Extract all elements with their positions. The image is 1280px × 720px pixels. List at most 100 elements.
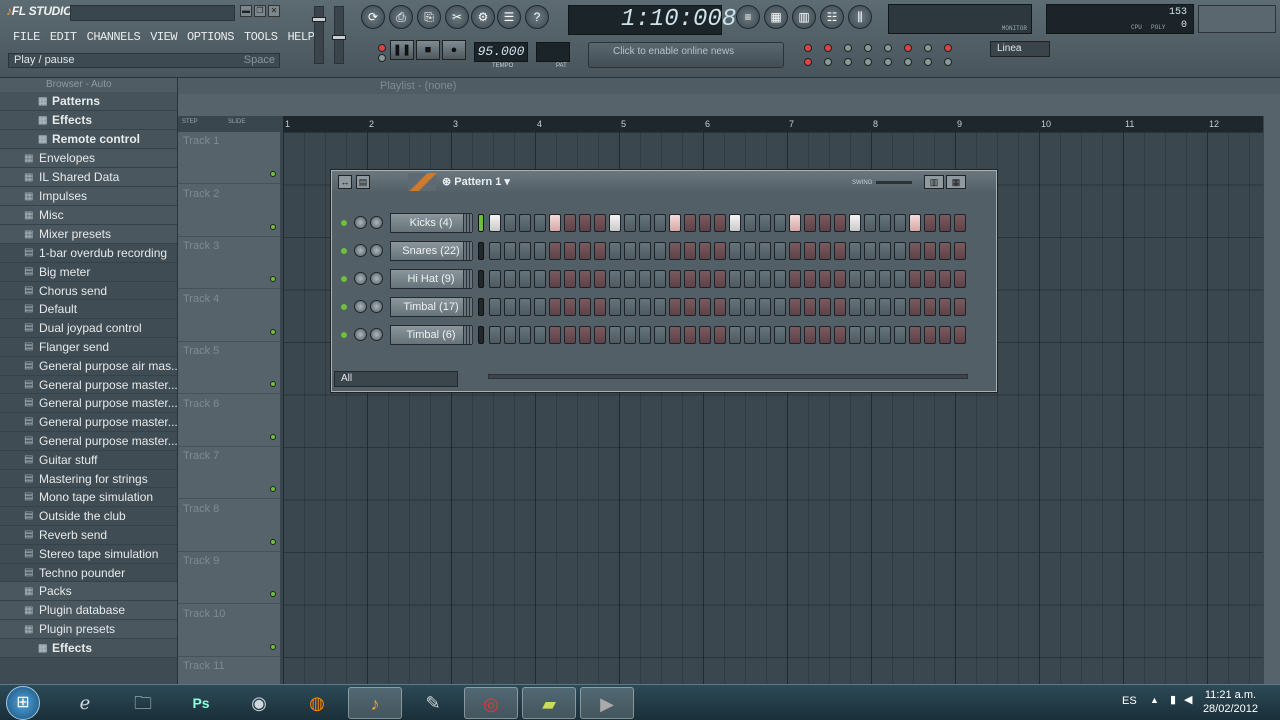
- step-button[interactable]: [879, 270, 891, 288]
- options-icon[interactable]: ▤: [356, 175, 370, 189]
- document-icon[interactable]: ☰: [497, 5, 521, 29]
- browser-item[interactable]: ▤ Dual joypad control: [0, 319, 177, 338]
- step-button[interactable]: [819, 270, 831, 288]
- keyboard-editor-icon[interactable]: ▦: [946, 175, 966, 189]
- step-button[interactable]: [624, 270, 636, 288]
- track-header[interactable]: Track 8: [178, 500, 280, 552]
- channel-button[interactable]: Timbal (17): [390, 297, 473, 317]
- step-button[interactable]: [729, 326, 741, 344]
- step-button[interactable]: [654, 298, 666, 316]
- step-button[interactable]: [744, 270, 756, 288]
- browser-item[interactable]: ▤ Flanger send: [0, 337, 177, 357]
- menu-options[interactable]: OPTIONS: [182, 28, 239, 46]
- step-button[interactable]: [819, 214, 831, 232]
- channel-button[interactable]: Kicks (4): [390, 213, 473, 233]
- step-button[interactable]: [774, 214, 786, 232]
- step-button[interactable]: [564, 270, 576, 288]
- channel-button[interactable]: Snares (22): [390, 241, 473, 261]
- step-button[interactable]: [654, 270, 666, 288]
- step-button[interactable]: [714, 326, 726, 344]
- master-pitch-slider[interactable]: [332, 6, 346, 64]
- step-button[interactable]: [789, 214, 801, 232]
- browser-item[interactable]: ▤ Guitar stuff: [0, 450, 177, 470]
- step-button[interactable]: [894, 214, 906, 232]
- step-button[interactable]: [954, 326, 966, 344]
- step-button[interactable]: [624, 214, 636, 232]
- pan-knob[interactable]: [354, 272, 367, 285]
- channel-select-led[interactable]: [478, 298, 484, 316]
- pattern-name[interactable]: ⊛ Pattern 1 ▾: [442, 175, 510, 188]
- step-button[interactable]: [609, 214, 621, 232]
- browser-item[interactable]: ▦ Mixer presets: [0, 225, 177, 244]
- step-button[interactable]: [594, 298, 606, 316]
- minimize-icon[interactable]: ▬: [240, 5, 252, 17]
- volume-knob[interactable]: [370, 244, 383, 257]
- track-header[interactable]: Track 2: [178, 185, 280, 237]
- browser-item[interactable]: ▦ Envelopes: [0, 149, 177, 168]
- step-button[interactable]: [774, 242, 786, 260]
- step-button[interactable]: [804, 298, 816, 316]
- step-button[interactable]: [609, 270, 621, 288]
- step-button[interactable]: [699, 270, 711, 288]
- step-button[interactable]: [834, 298, 846, 316]
- step-button[interactable]: [924, 270, 936, 288]
- channel-mute-led[interactable]: [341, 304, 347, 310]
- step-button[interactable]: [624, 242, 636, 260]
- step-button[interactable]: [684, 214, 696, 232]
- step-button[interactable]: [699, 326, 711, 344]
- track-mute-led[interactable]: [270, 643, 276, 650]
- piano-roll-icon[interactable]: ▥: [792, 5, 816, 29]
- step-button[interactable]: [684, 270, 696, 288]
- menu-edit[interactable]: EDIT: [45, 28, 82, 46]
- step-button[interactable]: [924, 242, 936, 260]
- step-button[interactable]: [519, 298, 531, 316]
- step-button[interactable]: [534, 270, 546, 288]
- step-button[interactable]: [849, 298, 861, 316]
- step-button[interactable]: [594, 326, 606, 344]
- option-led[interactable]: [804, 58, 812, 66]
- step-button[interactable]: [699, 242, 711, 260]
- step-button[interactable]: [909, 270, 921, 288]
- browser-item[interactable]: ▤ Default: [0, 300, 177, 320]
- step-button[interactable]: [939, 298, 951, 316]
- browser-item[interactable]: ▦ Remote control: [0, 130, 177, 149]
- step-button[interactable]: [834, 270, 846, 288]
- step-button[interactable]: [774, 298, 786, 316]
- browser-item[interactable]: ▦ Effects: [0, 111, 177, 130]
- step-button[interactable]: [639, 270, 651, 288]
- option-led[interactable]: [844, 44, 852, 52]
- network-icon[interactable]: ▮: [1170, 693, 1176, 706]
- step-button[interactable]: [819, 242, 831, 260]
- internet-explorer-icon[interactable]: ℯ: [58, 687, 112, 719]
- step-button[interactable]: [594, 214, 606, 232]
- pat-indicator[interactable]: [378, 44, 386, 52]
- step-button[interactable]: [639, 214, 651, 232]
- step-button[interactable]: [759, 298, 771, 316]
- option-led[interactable]: [884, 44, 892, 52]
- channel-select-led[interactable]: [478, 270, 484, 288]
- close-icon[interactable]: ✕: [268, 5, 280, 17]
- step-button[interactable]: [894, 298, 906, 316]
- track-mute-led[interactable]: [270, 486, 276, 492]
- track-header[interactable]: Track 9: [178, 552, 280, 604]
- pattern-graph-icon[interactable]: [408, 173, 436, 191]
- step-button[interactable]: [729, 298, 741, 316]
- step-button[interactable]: [504, 214, 516, 232]
- timeline-ruler[interactable]: 1 2 3 4 5 6 7 8 9 10 11 12: [283, 116, 1263, 132]
- track-mute-led[interactable]: [270, 591, 276, 597]
- track-mute-led[interactable]: [270, 381, 276, 387]
- restore-icon[interactable]: ❐: [254, 5, 266, 17]
- step-button[interactable]: [789, 270, 801, 288]
- step-button[interactable]: [714, 214, 726, 232]
- option-led[interactable]: [904, 44, 912, 52]
- video-app-icon[interactable]: ▶: [580, 687, 634, 719]
- option-led[interactable]: [864, 58, 872, 66]
- step-button[interactable]: [894, 242, 906, 260]
- step-button[interactable]: [849, 214, 861, 232]
- browser-item[interactable]: ▤ Stereo tape simulation: [0, 544, 177, 564]
- browser-item[interactable]: ▦ Misc: [0, 206, 177, 225]
- track-header[interactable]: Track 7: [178, 447, 280, 499]
- option-led[interactable]: [824, 44, 832, 52]
- step-button[interactable]: [879, 326, 891, 344]
- step-button[interactable]: [759, 242, 771, 260]
